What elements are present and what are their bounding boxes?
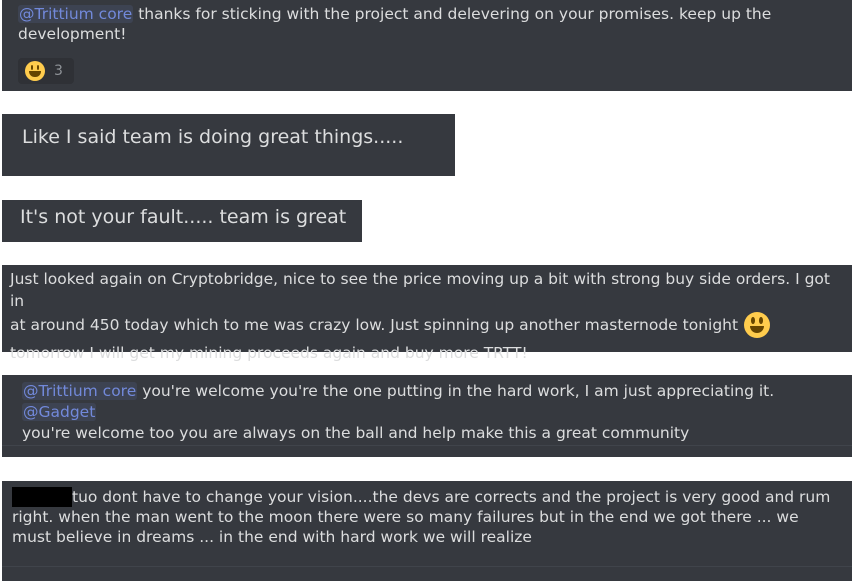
divider	[2, 566, 852, 567]
message-text: It's not your fault..... team is great	[20, 206, 347, 228]
user-mention-trittium-core[interactable]: @Trittium core	[22, 382, 138, 400]
message-card-2: Like I said team is doing great things..…	[2, 114, 455, 176]
message-text: you're welcome too you are always on the…	[22, 424, 690, 442]
smiley-icon	[744, 312, 771, 338]
message-text: you're welcome you're the one putting in…	[137, 382, 775, 400]
message-card-5: @Trittium core you're welcome you're the…	[2, 375, 852, 457]
user-mention-gadget[interactable]: @Gadget	[22, 403, 97, 421]
message-card-6: tuo dont have to change your vision....t…	[2, 481, 852, 581]
message-text: Like I said team is doing great things..…	[22, 126, 404, 148]
divider	[2, 445, 852, 446]
message-card-4: Just looked again on Cryptobridge, nice …	[2, 265, 852, 362]
message-line: tomorrow I will get my mining proceeds a…	[10, 344, 528, 362]
message-card-1: @Trittium core thanks for sticking with …	[2, 0, 852, 91]
reaction-button[interactable]: 3	[18, 58, 74, 84]
message-line: Just looked again on Cryptobridge, nice …	[10, 270, 830, 310]
message-card-3: It's not your fault..... team is great	[2, 200, 362, 242]
reaction-count: 3	[54, 63, 63, 79]
user-mention-trittium-core[interactable]: @Trittium core	[18, 5, 134, 23]
message-line: at around 450 today which to me was craz…	[10, 316, 739, 334]
smiley-icon	[25, 61, 45, 81]
message-text: tuo dont have to change your vision....t…	[12, 488, 831, 546]
message-line-with-emoji: at around 450 today which to me was craz…	[10, 312, 844, 338]
redacted-username	[12, 487, 72, 507]
